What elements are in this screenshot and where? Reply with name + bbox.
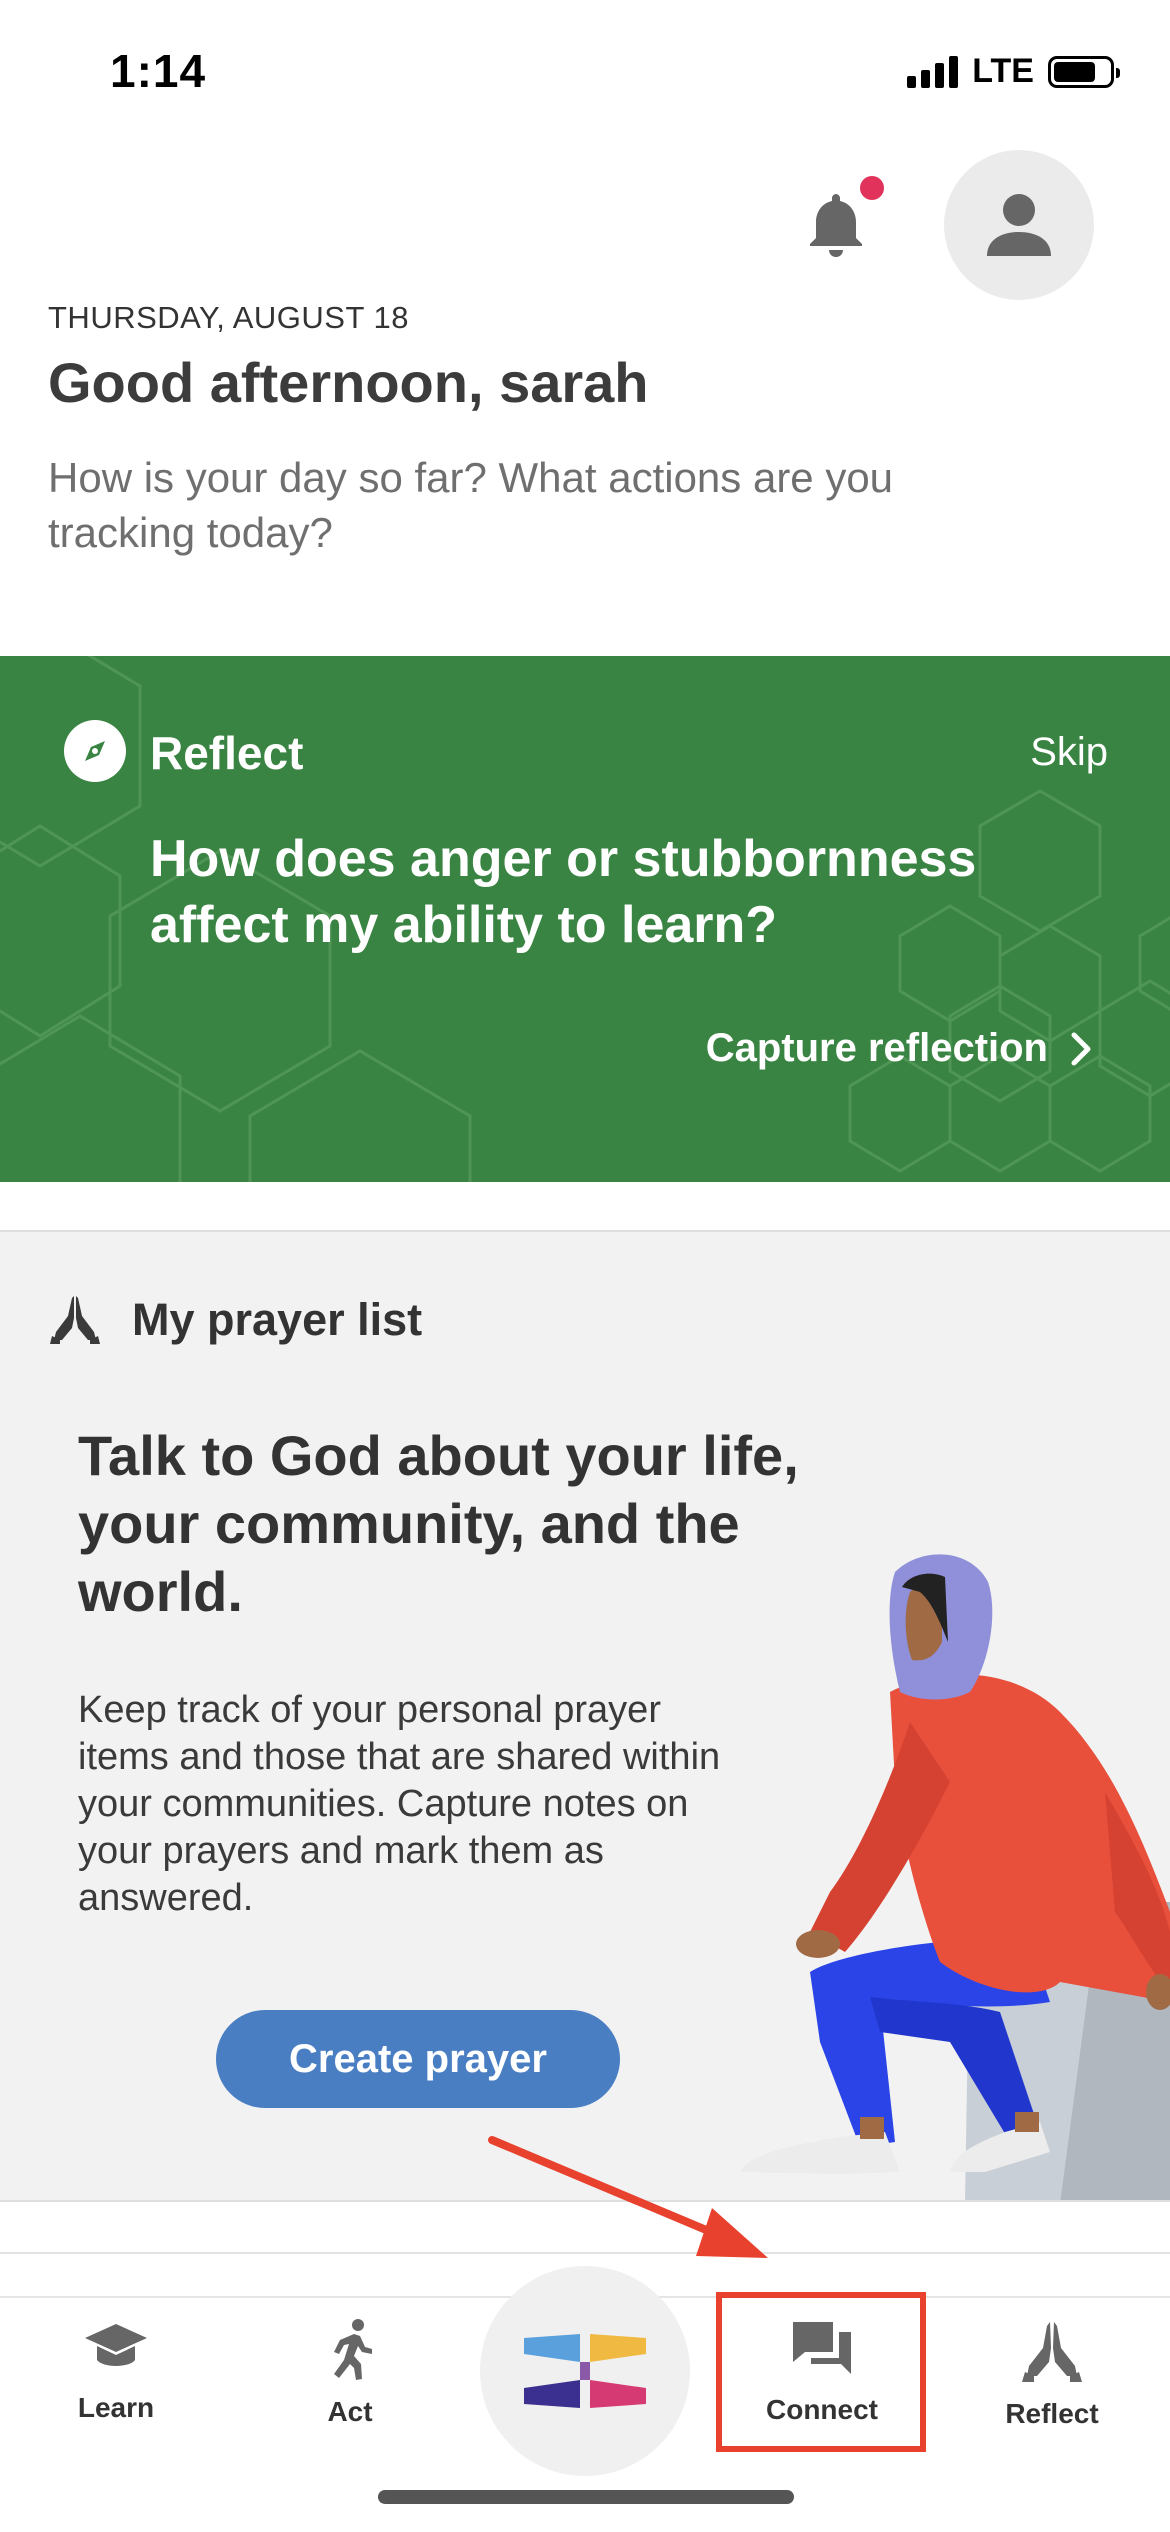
status-time: 1:14 (110, 45, 207, 97)
capture-reflection-link[interactable]: Capture reflection (706, 1026, 1092, 1071)
compass-icon (64, 720, 126, 782)
notification-dot (860, 176, 884, 200)
running-person-icon (334, 2319, 372, 2380)
network-label: LTE (972, 52, 1034, 90)
capture-reflection-label: Capture reflection (705, 1026, 1048, 1070)
app-logo-button[interactable] (480, 2266, 690, 2476)
tab-learn-label: Learn (77, 2392, 155, 2423)
status-indicators: LTE (907, 52, 1120, 91)
praying-hands-icon (50, 1296, 100, 1344)
date-label: THURSDAY, AUGUST 18 (48, 300, 409, 335)
tab-act-label: Act (327, 2396, 373, 2427)
prayer-description: Keep track of your personal prayer items… (78, 1689, 721, 1919)
tab-act[interactable]: Act (260, 2318, 440, 2428)
tab-reflect-label: Reflect (1005, 2398, 1099, 2429)
annotation-highlight-box (716, 2292, 926, 2452)
create-prayer-button[interactable]: Create prayer (216, 2010, 620, 2108)
home-indicator[interactable] (378, 2490, 794, 2504)
battery-icon (1048, 55, 1120, 88)
avatar[interactable] (944, 150, 1094, 300)
section-divider (0, 2204, 1170, 2254)
reflect-card-title: Reflect (150, 727, 304, 779)
praying-hands-icon (1022, 2322, 1082, 2382)
tab-reflect[interactable]: Reflect (962, 2318, 1142, 2430)
tab-learn[interactable]: Learn (26, 2318, 206, 2424)
app-logo-icon (524, 2334, 646, 2408)
prayer-list-section: My prayer list Talk to God about your li… (0, 1230, 1170, 2202)
signal-icon (907, 55, 959, 88)
person-icon (987, 194, 1051, 256)
notification-bell-icon[interactable] (806, 190, 866, 258)
reflect-question: How does anger or stubbornness affect my… (150, 830, 977, 954)
graduation-cap-icon (85, 2324, 147, 2366)
greeting-title: Good afternoon, sarah (48, 351, 649, 414)
chevron-right-icon (1071, 1032, 1091, 1065)
greeting-subtext: How is your day so far? What actions are… (48, 454, 894, 556)
person-sitting-illustration (740, 1554, 1170, 2200)
reflect-card[interactable]: Reflect Skip How does anger or stubbornn… (0, 656, 1170, 1182)
skip-button[interactable]: Skip (1030, 730, 1108, 775)
status-bar: 1:14 LTE (0, 0, 1170, 150)
prayer-list-title: My prayer list (132, 1294, 423, 1345)
